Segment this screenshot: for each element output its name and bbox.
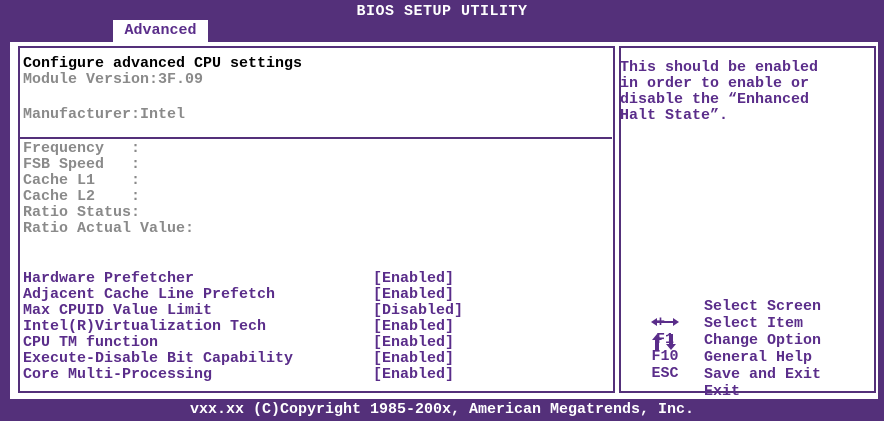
info-cache-l1: Cache L1 : <box>23 172 141 189</box>
manufacturer-label: Manufacturer:Intel <box>23 106 186 123</box>
legend-save-exit: F10 Save and Exit <box>0 330 884 383</box>
info-cache-l2: Cache L2 : <box>23 188 141 205</box>
info-ratio-status: Ratio Status: <box>23 204 141 221</box>
info-ratio-actual: Ratio Actual Value: <box>23 220 195 237</box>
setting-core-multi-value[interactable]: [Enabled] <box>373 367 454 383</box>
info-frequency: Frequency : <box>23 140 141 157</box>
bios-screen: BIOS SETUP UTILITY Advanced Configure ad… <box>0 0 884 421</box>
legend-select-item: Select Item <box>0 279 884 350</box>
module-version: Module Version:3F.09 <box>23 71 204 88</box>
setting-core-multi-label[interactable]: Core Multi-Processing <box>23 367 212 383</box>
legend-save-exit-desc: Save and Exit <box>704 366 822 383</box>
header-divider <box>18 137 612 139</box>
copyright-footer: vxx.xx (C)Copyright 1985-200x, American … <box>189 401 695 418</box>
info-fsb-speed: FSB Speed : <box>23 156 141 173</box>
legend-general-help: F1 General Help <box>0 313 884 366</box>
legend-key-esc: ESC <box>651 365 679 382</box>
window-title: BIOS SETUP UTILITY <box>356 3 528 20</box>
legend-exit: ESC Exit <box>0 347 884 400</box>
tab-advanced[interactable]: Advanced <box>113 20 208 42</box>
help-text: This should be enabled in order to enabl… <box>620 59 819 124</box>
legend-change-option: +- Change Option <box>0 296 884 349</box>
legend-select-screen: Select Screen <box>0 262 884 326</box>
page-heading: Configure advanced CPU settings <box>23 55 303 72</box>
